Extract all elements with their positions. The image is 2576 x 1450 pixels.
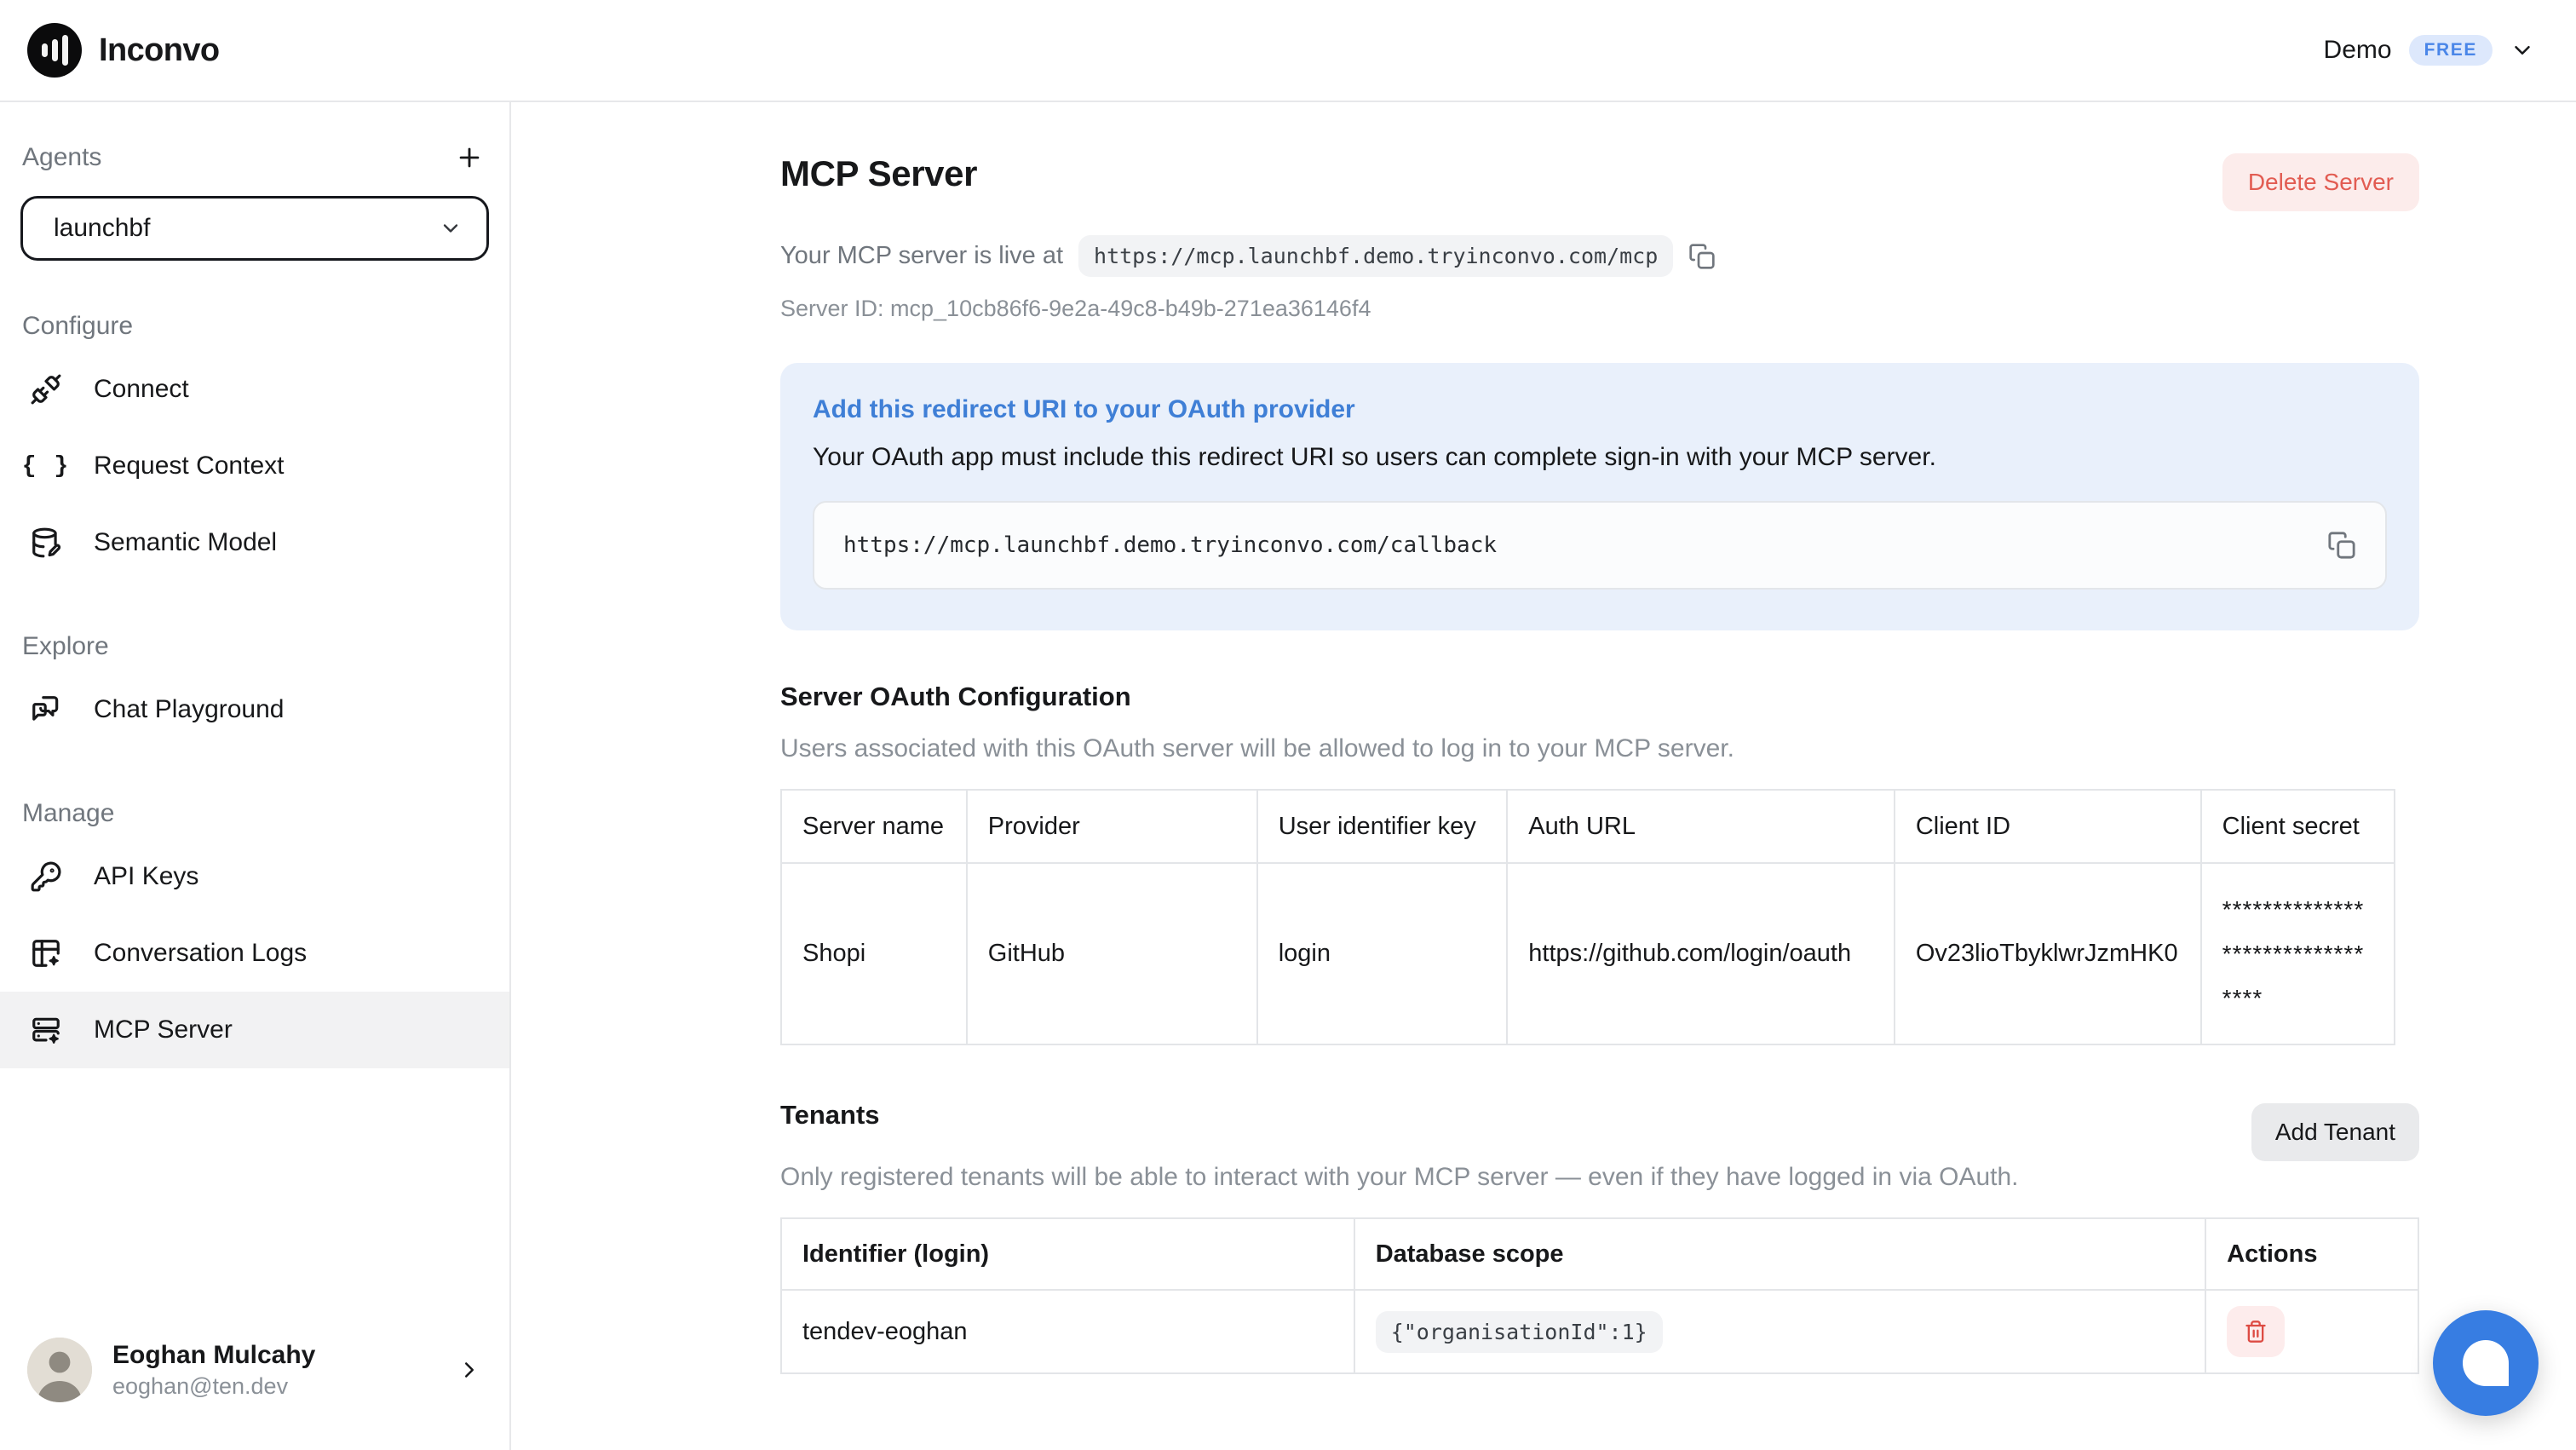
oauth-redirect-callout: Add this redirect URI to your OAuth prov…: [780, 363, 2419, 630]
oauth-section-description: Users associated with this OAuth server …: [780, 734, 2419, 763]
oauth-section-title: Server OAuth Configuration: [780, 682, 2419, 712]
server-id: Server ID: mcp_10cb86f6-9e2a-49c8-b49b-2…: [780, 296, 2419, 322]
avatar: [27, 1338, 92, 1402]
delete-server-button[interactable]: Delete Server: [2222, 153, 2419, 211]
sidebar-item-mcp-server[interactable]: MCP Server: [0, 992, 509, 1068]
brand-logo: Inconvo: [27, 23, 219, 78]
user-profile[interactable]: Eoghan Mulcahy eoghan@ten.dev: [0, 1321, 509, 1419]
live-url-chip: https://mcp.launchbf.demo.tryinconvo.com…: [1078, 235, 1673, 277]
plug-icon: [27, 373, 65, 406]
profile-name: Eoghan Mulcahy: [112, 1341, 436, 1370]
sidebar-item-label: Semantic Model: [94, 528, 277, 557]
account-menu[interactable]: Demo FREE: [2324, 35, 2535, 66]
sidebar-item-label: Conversation Logs: [94, 939, 307, 968]
section-label-manage: Manage: [0, 799, 509, 828]
tenants-section-description: Only registered tenants will be able to …: [780, 1163, 2419, 1192]
cell-database-scope: {"organisationId":1}: [1354, 1290, 2205, 1373]
column-header: Actions: [2205, 1218, 2418, 1290]
table-sparkle-icon: [27, 937, 65, 970]
add-tenant-button[interactable]: Add Tenant: [2251, 1103, 2419, 1161]
table-header-row: Server name Provider User identifier key…: [781, 790, 2395, 863]
tenants-section-title: Tenants: [780, 1100, 880, 1131]
column-header: Client ID: [1895, 790, 2201, 863]
chevron-down-icon: [439, 216, 463, 240]
cell-actions: [2205, 1290, 2418, 1373]
callout-body: Your OAuth app must include this redirec…: [813, 443, 2387, 472]
cell-user-identifier-key: login: [1257, 863, 1508, 1044]
column-header: Auth URL: [1507, 790, 1895, 863]
sidebar-item-label: API Keys: [94, 862, 198, 891]
cell-client-secret: ********************************: [2201, 863, 2395, 1044]
column-header: Database scope: [1354, 1218, 2205, 1290]
inconvo-logo-icon: [27, 23, 82, 78]
callback-url-box: https://mcp.launchbf.demo.tryinconvo.com…: [813, 501, 2387, 590]
live-url-prefix: Your MCP server is live at: [780, 242, 1063, 270]
column-header: Provider: [967, 790, 1257, 863]
plan-badge: FREE: [2409, 35, 2493, 66]
table-row: tendev-eoghan {"organisationId":1}: [781, 1290, 2418, 1373]
page-title: MCP Server: [780, 153, 977, 194]
chat-bubble-icon: [2463, 1340, 2509, 1386]
callback-url: https://mcp.launchbf.demo.tryinconvo.com…: [843, 532, 1497, 558]
oauth-config-table: Server name Provider User identifier key…: [780, 789, 2395, 1045]
chevron-down-icon: [2510, 37, 2535, 63]
chevron-right-icon: [457, 1357, 482, 1383]
database-scope-chip: {"organisationId":1}: [1376, 1311, 1663, 1353]
chat-bubbles-icon: [27, 693, 65, 726]
account-name: Demo: [2324, 36, 2392, 65]
database-edit-icon: [27, 526, 65, 559]
agents-label: Agents: [22, 143, 101, 172]
callout-title: Add this redirect URI to your OAuth prov…: [813, 395, 2387, 424]
chat-widget-button[interactable]: [2433, 1310, 2539, 1416]
sidebar-item-label: Request Context: [94, 452, 284, 480]
braces-icon: { }: [27, 453, 65, 480]
cell-provider: GitHub: [967, 863, 1257, 1044]
server-sparkle-icon: [27, 1014, 65, 1046]
cell-auth-url: https://github.com/login/oauth: [1507, 863, 1895, 1044]
section-label-explore: Explore: [0, 632, 509, 661]
copy-icon[interactable]: [2327, 531, 2356, 560]
agent-selector-value: launchbf: [54, 214, 150, 243]
column-header: Identifier (login): [781, 1218, 1354, 1290]
profile-email: eoghan@ten.dev: [112, 1373, 436, 1400]
section-label-configure: Configure: [0, 312, 509, 341]
sidebar: Agents launchbf Configure Connect { } Re…: [0, 102, 511, 1450]
column-header: Client secret: [2201, 790, 2395, 863]
table-header-row: Identifier (login) Database scope Action…: [781, 1218, 2418, 1290]
sidebar-item-conversation-logs[interactable]: Conversation Logs: [0, 915, 509, 992]
sidebar-item-semantic-model[interactable]: Semantic Model: [0, 504, 509, 581]
sidebar-item-api-keys[interactable]: API Keys: [0, 838, 509, 915]
configure-nav: Connect { } Request Context Semantic Mod…: [0, 351, 509, 581]
sidebar-item-label: Chat Playground: [94, 695, 284, 724]
top-bar: Inconvo Demo FREE: [0, 0, 2576, 102]
sidebar-item-label: Connect: [94, 375, 189, 404]
key-icon: [27, 860, 65, 893]
cell-client-id: Ov23lioTbyklwrJzmHK0: [1895, 863, 2201, 1044]
column-header: Server name: [781, 790, 967, 863]
add-agent-button[interactable]: [455, 143, 484, 172]
sidebar-item-label: MCP Server: [94, 1016, 233, 1044]
cell-identifier: tendev-eoghan: [781, 1290, 1354, 1373]
sidebar-item-connect[interactable]: Connect: [0, 351, 509, 428]
column-header: User identifier key: [1257, 790, 1508, 863]
delete-tenant-button[interactable]: [2227, 1306, 2285, 1357]
explore-nav: Chat Playground: [0, 671, 509, 748]
sidebar-item-request-context[interactable]: { } Request Context: [0, 428, 509, 504]
agent-selector[interactable]: launchbf: [20, 196, 489, 261]
copy-icon[interactable]: [1688, 243, 1716, 270]
main-content: MCP Server Delete Server Your MCP server…: [511, 102, 2576, 1450]
cell-server-name: Shopi: [781, 863, 967, 1044]
table-row: Shopi GitHub login https://github.com/lo…: [781, 863, 2395, 1044]
tenants-table: Identifier (login) Database scope Action…: [780, 1217, 2419, 1374]
trash-icon: [2244, 1320, 2268, 1344]
brand-name: Inconvo: [99, 32, 219, 69]
sidebar-item-chat-playground[interactable]: Chat Playground: [0, 671, 509, 748]
manage-nav: API Keys Conversation Logs MCP Server: [0, 838, 509, 1068]
